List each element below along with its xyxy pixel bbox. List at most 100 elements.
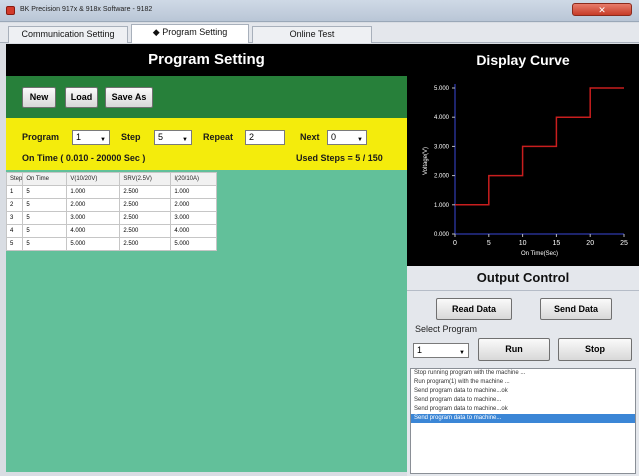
- log-line[interactable]: Send program data to machine...: [411, 396, 635, 405]
- next-select-value: 0: [331, 132, 337, 142]
- select-program-value: 1: [417, 345, 423, 355]
- next-label: Next: [300, 132, 320, 142]
- voltage-series-line: [455, 87, 624, 206]
- table-cell[interactable]: 5: [22, 211, 68, 225]
- table-cell[interactable]: 3: [5, 211, 24, 225]
- y-tick-label: 1.000: [434, 203, 450, 209]
- program-select-value: 1: [76, 132, 82, 142]
- table-row[interactable]: 2 5 2.000 2.500 2.000: [5, 198, 218, 212]
- table-header-row: Step On Time V(10/20V) SRV(2.5V) I(20/10…: [5, 172, 218, 186]
- column-header-current: I(20/10A): [170, 172, 218, 186]
- x-tick-label: 25: [620, 240, 628, 247]
- program-select[interactable]: 1 ▼: [72, 130, 110, 145]
- file-toolbar: New Load Save As: [6, 76, 407, 118]
- save-as-button[interactable]: Save As: [105, 87, 153, 108]
- window-titlebar: BK Precision 917x & 918x Software - 9182…: [0, 0, 639, 22]
- app-icon: [6, 6, 15, 15]
- table-cell[interactable]: 2.500: [119, 198, 172, 212]
- log-line[interactable]: Stop running program with the machine ..…: [411, 369, 635, 378]
- load-button[interactable]: Load: [65, 87, 98, 108]
- y-tick-label: 5.000: [434, 86, 450, 92]
- table-cell[interactable]: 2: [5, 198, 24, 212]
- table-row[interactable]: 3 5 3.000 2.500 3.000: [5, 211, 218, 225]
- output-control-panel: Output Control Read Data Send Data Selec…: [407, 266, 639, 476]
- y-tick-label: 0.000: [434, 232, 450, 238]
- table-cell[interactable]: 1.000: [170, 185, 218, 199]
- used-steps-label: Used Steps = 5 / 150: [296, 153, 383, 163]
- step-select-value: 5: [158, 132, 164, 142]
- table-cell[interactable]: 2.500: [119, 211, 172, 225]
- table-cell[interactable]: 1.000: [66, 185, 121, 199]
- x-axis-label: On Time(Sec): [521, 251, 558, 257]
- chevron-down-icon: ▼: [357, 137, 363, 143]
- divider: [407, 290, 639, 291]
- step-label: Step: [121, 132, 141, 142]
- x-tick-label: 5: [487, 240, 491, 247]
- x-tick-label: 20: [586, 240, 594, 247]
- tab-program-setting[interactable]: ◆ Program Setting: [131, 24, 249, 43]
- table-cell[interactable]: 3.000: [66, 211, 121, 225]
- table-cell[interactable]: 4: [5, 224, 24, 238]
- program-setting-header: Program Setting: [6, 44, 407, 76]
- new-button[interactable]: New: [22, 87, 56, 108]
- table-cell[interactable]: 5.000: [170, 237, 218, 251]
- table-cell[interactable]: 3.000: [170, 211, 218, 225]
- program-label: Program: [22, 132, 60, 142]
- table-cell[interactable]: 2.000: [170, 198, 218, 212]
- tab-communication-setting[interactable]: Communication Setting: [8, 26, 128, 43]
- table-cell[interactable]: 2.500: [119, 224, 172, 238]
- x-tick-label: 15: [553, 240, 561, 247]
- program-setting-title: Program Setting: [148, 51, 265, 68]
- y-tick-label: 2.000: [434, 174, 450, 180]
- table-row[interactable]: 4 5 4.000 2.500 4.000: [5, 224, 218, 238]
- read-data-button[interactable]: Read Data: [436, 298, 512, 320]
- table-cell[interactable]: 5: [22, 237, 68, 251]
- table-cell[interactable]: 5: [22, 185, 68, 199]
- x-tick-label: 10: [519, 240, 527, 247]
- log-line[interactable]: Send program data to machine...ok: [411, 387, 635, 396]
- tab-online-test[interactable]: Online Test: [252, 26, 372, 43]
- column-header-srv: SRV(2.5V): [119, 172, 172, 186]
- run-button[interactable]: Run: [478, 338, 550, 361]
- table-cell[interactable]: 4.000: [170, 224, 218, 238]
- display-curve-header: Display Curve: [407, 44, 639, 76]
- window-title: BK Precision 917x & 918x Software - 9182: [20, 6, 153, 13]
- chevron-down-icon: ▼: [100, 137, 106, 143]
- table-cell[interactable]: 2.500: [119, 237, 172, 251]
- column-header-step: Step: [5, 172, 24, 186]
- step-select[interactable]: 5 ▼: [154, 130, 192, 145]
- select-program-dropdown[interactable]: 1 ▼: [413, 343, 469, 358]
- table-cell[interactable]: 2.500: [119, 185, 172, 199]
- display-curve-title: Display Curve: [476, 52, 570, 68]
- table-cell[interactable]: 5: [22, 198, 68, 212]
- y-tick-label: 4.000: [434, 115, 450, 121]
- log-line[interactable]: Run program(1) with the machine ...: [411, 378, 635, 387]
- table-row[interactable]: 5 5 5.000 2.500 5.000: [5, 237, 218, 251]
- y-axis-label: Voltage(V): [423, 147, 429, 175]
- log-line[interactable]: Send program data to machine...ok: [411, 405, 635, 414]
- column-header-on-time: On Time: [22, 172, 68, 186]
- table-cell[interactable]: 5: [22, 224, 68, 238]
- next-select[interactable]: 0 ▼: [327, 130, 367, 145]
- chevron-down-icon: ▼: [459, 350, 465, 356]
- close-icon: ✕: [598, 5, 606, 15]
- column-header-voltage: V(10/20V): [66, 172, 121, 186]
- send-data-button[interactable]: Send Data: [540, 298, 612, 320]
- status-log[interactable]: Stop running program with the machine ..…: [410, 368, 636, 474]
- stop-button[interactable]: Stop: [558, 338, 632, 361]
- repeat-input[interactable]: 2: [245, 130, 285, 145]
- table-cell[interactable]: 2.000: [66, 198, 121, 212]
- tab-bar: Communication Setting ◆ Program Setting …: [0, 23, 639, 43]
- table-cell[interactable]: 5.000: [66, 237, 121, 251]
- program-steps-table: Step On Time V(10/20V) SRV(2.5V) I(20/10…: [5, 172, 218, 251]
- table-row[interactable]: 1 5 1.000 2.500 1.000: [5, 185, 218, 199]
- table-cell[interactable]: 5: [5, 237, 24, 251]
- table-cell[interactable]: 4.000: [66, 224, 121, 238]
- display-curve-panel: 0.000 1.000 2.000 3.000 4.000 5.000 0 5 10 15 20 25…: [407, 76, 639, 266]
- close-button[interactable]: ✕: [572, 3, 632, 16]
- voltage-curve-chart: 0.000 1.000 2.000 3.000 4.000 5.000 0 5 10 15 20 25…: [423, 84, 628, 257]
- table-cell[interactable]: 1: [5, 185, 24, 199]
- log-line[interactable]: Send program data to machine...: [411, 414, 635, 423]
- output-control-title: Output Control: [476, 270, 570, 285]
- x-tick-label: 0: [453, 240, 457, 247]
